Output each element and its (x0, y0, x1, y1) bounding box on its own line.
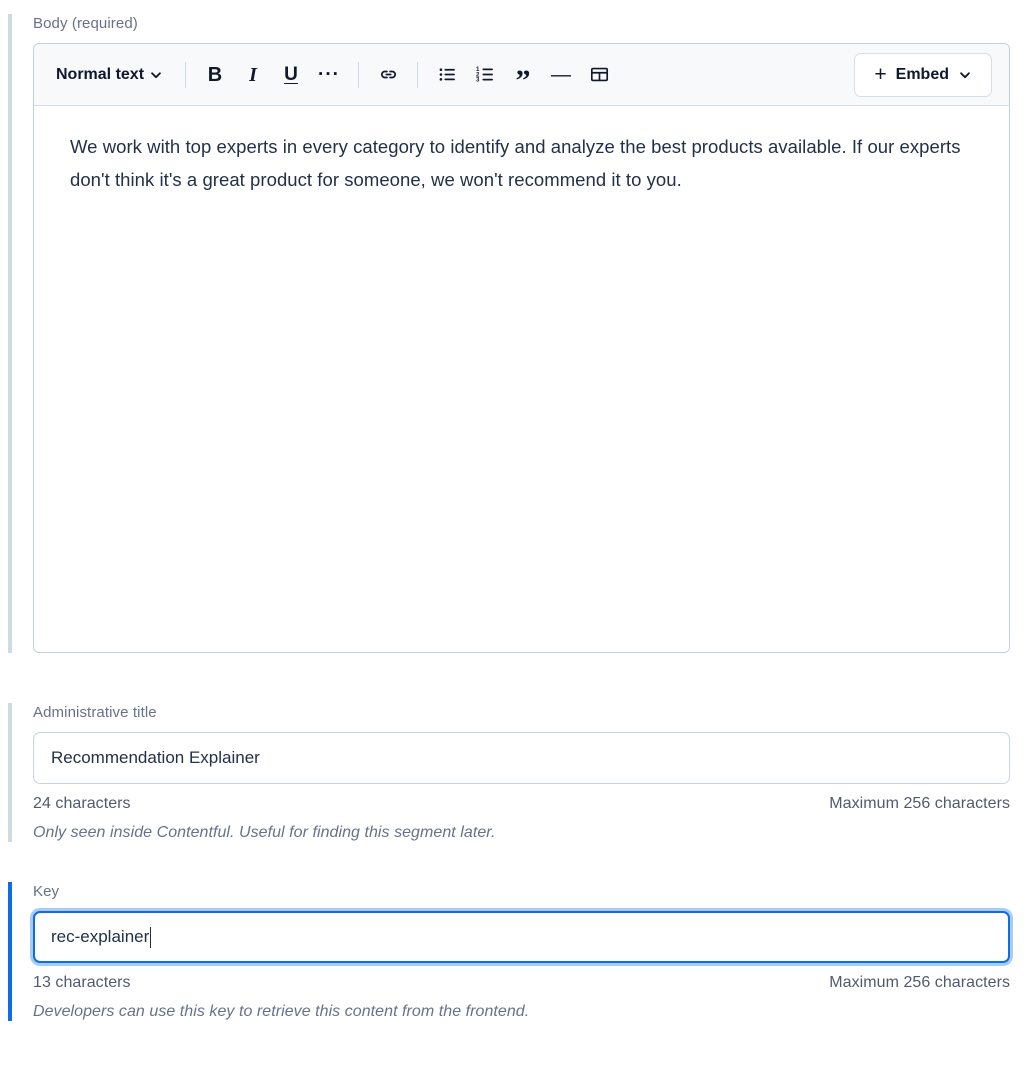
content-editor-form: Body (required) Normal text B I U ··· 1 … (0, 0, 1029, 1080)
key-field-group: Key rec-explainer 13 characters Maximum … (0, 882, 1029, 1021)
top-spacer (0, 0, 1029, 14)
administrative-title-field-group: Administrative title Recommendation Expl… (0, 703, 1029, 842)
administrative-title-help-text: Only seen inside Contentful. Useful for … (33, 824, 496, 841)
section-spacer-2 (0, 842, 1029, 882)
key-maximum: Maximum 256 characters (829, 974, 1010, 991)
block-style-label: Normal text (56, 65, 145, 83)
horizontal-rule-icon[interactable]: — (542, 56, 580, 94)
key-input[interactable]: rec-explainer (33, 911, 1010, 963)
unordered-list-icon[interactable] (428, 56, 466, 94)
embed-button[interactable]: + Embed (854, 52, 992, 97)
ordered-list-icon[interactable]: 1 2 3 (466, 56, 504, 94)
key-label: Key (33, 883, 60, 900)
body-paragraph: We work with top experts in every catego… (70, 136, 961, 190)
key-value: rec-explainer (51, 927, 150, 946)
administrative-title-value: Recommendation Explainer (51, 748, 260, 767)
underline-icon[interactable]: U (272, 56, 310, 94)
key-help-text: Developers can use this key to retrieve … (33, 1003, 530, 1020)
italic-icon[interactable]: I (234, 56, 272, 94)
rich-text-editor: Normal text B I U ··· 1 2 3 ” — + Embed … (33, 43, 1010, 653)
underline-glyph: U (284, 64, 298, 85)
administrative-title-maximum: Maximum 256 characters (829, 795, 1010, 812)
key-character-count: 13 characters (33, 974, 131, 991)
administrative-title-counter-row: 24 characters Maximum 256 characters (33, 795, 1010, 813)
blockquote-icon[interactable]: ” (504, 56, 542, 95)
hr-glyph: — (551, 63, 572, 86)
link-icon[interactable] (369, 56, 407, 94)
block-style-dropdown[interactable]: Normal text (44, 60, 175, 90)
key-counter-row: 13 characters Maximum 256 characters (33, 974, 1010, 992)
more-glyph: ··· (318, 63, 341, 85)
svg-text:3: 3 (476, 77, 480, 84)
table-icon[interactable] (580, 56, 618, 94)
embed-button-label: Embed (895, 65, 949, 83)
body-field-label: Body (required) (33, 15, 138, 32)
chevron-down-icon (958, 68, 972, 82)
administrative-title-label: Administrative title (33, 704, 157, 721)
administrative-title-character-count: 24 characters (33, 795, 131, 812)
body-field-group: Body (required) Normal text B I U ··· 1 … (0, 14, 1029, 653)
toolbar-divider-1 (185, 61, 187, 88)
section-spacer-1 (0, 653, 1029, 703)
rich-text-content-area[interactable]: We work with top experts in every catego… (34, 106, 1009, 652)
italic-glyph: I (249, 63, 257, 86)
toolbar-divider-2 (358, 61, 360, 88)
rich-text-toolbar: Normal text B I U ··· 1 2 3 ” — + Embed (34, 44, 1009, 106)
text-cursor (150, 926, 152, 948)
more-options-icon[interactable]: ··· (310, 56, 348, 94)
toolbar-divider-3 (417, 61, 419, 88)
bold-glyph: B (207, 63, 223, 86)
bold-icon[interactable]: B (196, 56, 234, 94)
plus-icon: + (874, 63, 887, 86)
chevron-down-icon (149, 68, 163, 82)
administrative-title-input[interactable]: Recommendation Explainer (33, 732, 1010, 784)
